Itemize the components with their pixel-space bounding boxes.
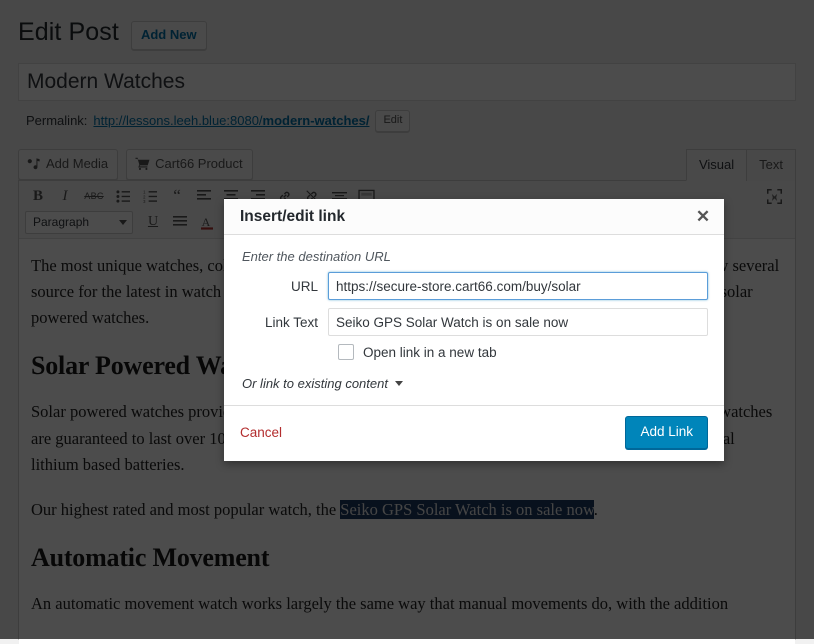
- open-in-new-tab-label[interactable]: Open link in a new tab: [363, 345, 497, 360]
- link-text-input[interactable]: [328, 308, 708, 336]
- modal-header: Insert/edit link ✕: [224, 199, 724, 235]
- url-field-row: URL: [240, 272, 708, 300]
- link-text-field-row: Link Text: [240, 308, 708, 336]
- modal-title: Insert/edit link: [240, 207, 346, 225]
- insert-edit-link-modal: Insert/edit link ✕ Enter the destination…: [224, 199, 724, 462]
- link-existing-content-label: Or link to existing content: [242, 376, 388, 391]
- cancel-button[interactable]: Cancel: [240, 425, 282, 440]
- url-input[interactable]: [328, 272, 708, 300]
- modal-footer: Cancel Add Link: [224, 405, 724, 462]
- close-icon[interactable]: ✕: [690, 204, 716, 230]
- add-link-button[interactable]: Add Link: [625, 416, 708, 450]
- new-tab-row: Open link in a new tab: [338, 344, 708, 360]
- link-text-label: Link Text: [264, 314, 318, 330]
- modal-body: Enter the destination URL URL Link Text …: [224, 235, 724, 405]
- destination-url-hint: Enter the destination URL: [242, 249, 391, 264]
- chevron-down-icon: [394, 381, 403, 386]
- open-in-new-tab-checkbox[interactable]: [338, 344, 354, 360]
- url-label: URL: [290, 278, 318, 294]
- link-existing-content-toggle[interactable]: Or link to existing content: [242, 376, 708, 391]
